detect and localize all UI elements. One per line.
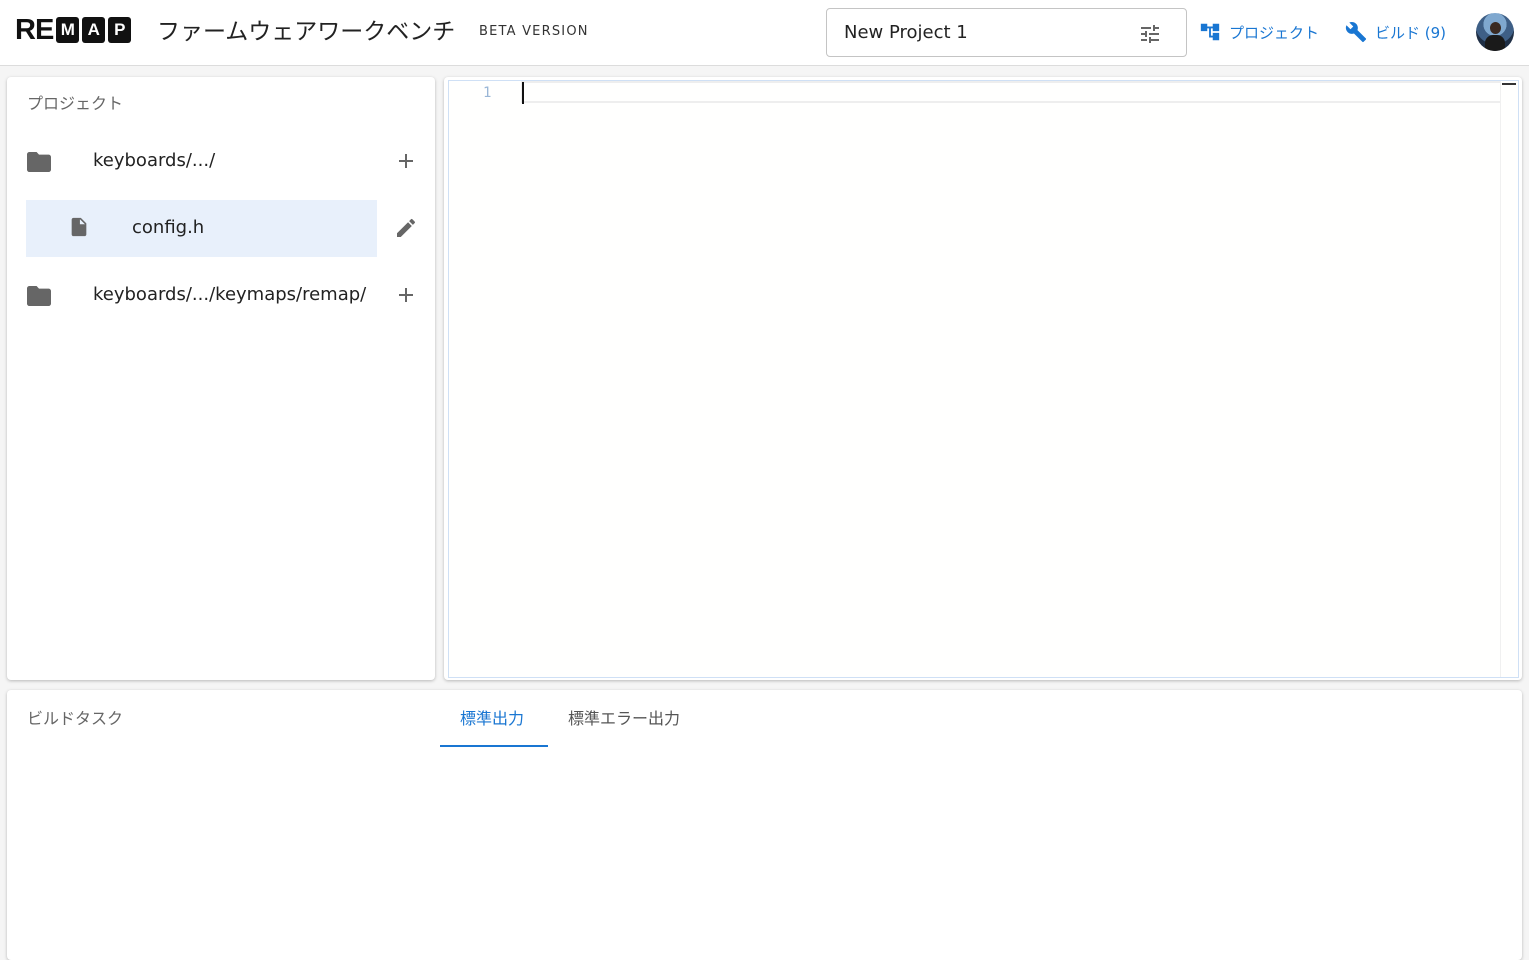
folder-icon [27, 152, 51, 172]
project-panel: プロジェクト keyboards/.../ config.h keyboards… [7, 77, 435, 680]
text-cursor [522, 82, 524, 104]
nav-build-button[interactable]: ビルド (9) [1345, 18, 1446, 46]
avatar-body [1485, 35, 1505, 51]
logo-text: RE [15, 14, 54, 46]
tree-folder-keyboards[interactable]: keyboards/.../ [7, 133, 435, 190]
cursor-position-marker [1502, 83, 1516, 85]
add-icon[interactable] [394, 149, 418, 173]
active-tab-indicator [440, 745, 548, 747]
tree-folder-keymaps[interactable]: keyboards/.../keymaps/remap/ [7, 267, 435, 324]
build-tasks-title: ビルドタスク [27, 709, 124, 728]
current-line-highlight [521, 81, 1518, 103]
tab-stderr[interactable]: 標準エラー出力 [568, 709, 680, 729]
line-number: 1 [483, 85, 492, 101]
project-panel-title: プロジェクト [27, 94, 124, 113]
beta-badge: BETA VERSION [479, 24, 589, 39]
remap-logo[interactable]: RE M A P [15, 14, 132, 46]
tab-stdout[interactable]: 標準出力 [460, 709, 524, 729]
user-avatar[interactable] [1476, 13, 1514, 51]
project-name-value: New Project 1 [844, 22, 968, 43]
app-header: RE M A P ファームウェアワークベンチ BETA VERSION New … [0, 0, 1529, 66]
tree-item-label: keyboards/.../ [93, 150, 216, 171]
wrench-icon [1345, 22, 1367, 43]
add-icon[interactable] [394, 283, 418, 307]
file-icon [71, 217, 87, 237]
account-tree-icon [1200, 23, 1220, 41]
logo-letter-box: A [82, 17, 106, 43]
folder-icon [27, 286, 51, 306]
editor-scrollbar[interactable] [1500, 81, 1518, 677]
code-editor[interactable]: 1 [448, 80, 1519, 678]
logo-letter-box: P [108, 17, 132, 43]
tree-file-config[interactable]: config.h [7, 200, 435, 257]
tree-item-label: config.h [132, 217, 205, 238]
nav-build-label: ビルド (9) [1375, 23, 1447, 42]
editor-panel: 1 [444, 77, 1522, 680]
project-name-field[interactable]: New Project 1 [826, 8, 1187, 57]
logo-letter-box: M [56, 17, 80, 43]
build-panel: ビルドタスク 標準出力 標準エラー出力 [7, 690, 1522, 960]
tree-item-label: keyboards/.../keymaps/remap/ [93, 284, 367, 305]
edit-icon[interactable] [394, 216, 418, 240]
app-title: ファームウェアワークベンチ [157, 19, 456, 45]
tune-icon[interactable] [1138, 22, 1162, 46]
nav-project-label: プロジェクト [1229, 23, 1320, 42]
nav-project-button[interactable]: プロジェクト [1199, 18, 1319, 46]
avatar-head [1490, 22, 1501, 34]
